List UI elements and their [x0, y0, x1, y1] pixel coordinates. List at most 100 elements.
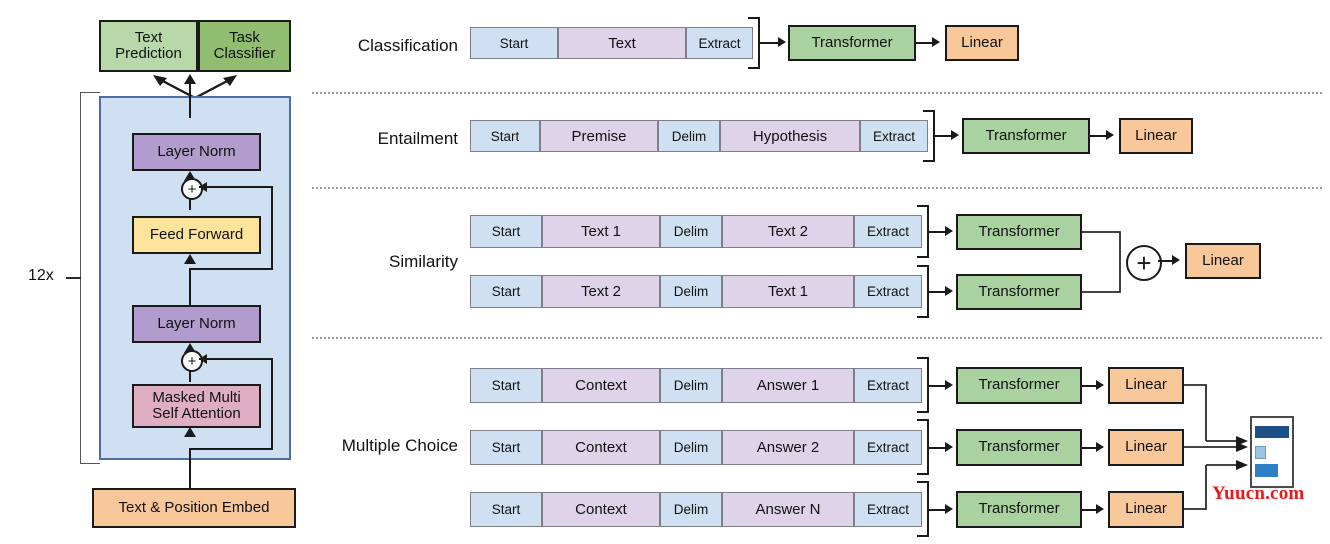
task-entailment-label: Entailment — [318, 129, 458, 149]
sequence-bracket — [917, 205, 929, 258]
linear-box: Linear — [1119, 118, 1193, 154]
score-bar-3 — [1255, 464, 1278, 477]
token-label: Delim — [674, 440, 709, 455]
token-label: Text 2 — [581, 283, 621, 300]
transformer-box: Transformer — [956, 429, 1082, 466]
sequence-bracket — [917, 481, 929, 537]
token-start: Start — [470, 27, 558, 59]
token-label: Extract — [698, 36, 740, 51]
token-start: Start — [470, 430, 542, 465]
transformer-to-linear-arrow — [1096, 380, 1104, 390]
token-label: Extract — [873, 129, 915, 144]
transformer-label: Transformer — [978, 284, 1059, 300]
bracket-to-transformer-arrow — [945, 286, 953, 296]
token-extract: Extract — [854, 492, 922, 527]
transformer-box: Transformer — [956, 274, 1082, 310]
sequence-bracket — [748, 17, 760, 69]
transformer-box: Transformer — [788, 25, 916, 61]
transformer-label: Transformer — [978, 501, 1059, 517]
token-context: Context — [542, 368, 660, 403]
token-label: Extract — [867, 284, 909, 299]
token-label: Delim — [674, 284, 709, 299]
softmax-score-box — [1250, 416, 1294, 488]
transformer-box: Transformer — [956, 491, 1082, 528]
transformer-to-linear-arrow — [932, 37, 940, 47]
task-multiple-choice-label: Multiple Choice — [300, 436, 458, 456]
token-hypothesis: Hypothesis — [720, 120, 860, 152]
score-bar-2 — [1255, 446, 1266, 459]
add-to-linear-arrow — [1172, 255, 1180, 265]
token-label: Answer N — [755, 501, 820, 518]
token-premise: Premise — [540, 120, 658, 152]
bracket-to-transformer-arrow — [778, 37, 786, 47]
token-answer: Answer 2 — [722, 430, 854, 465]
token-context: Context — [542, 492, 660, 527]
sequence-bracket — [917, 357, 929, 413]
token-answer: Answer N — [722, 492, 854, 527]
sequence-bracket — [917, 419, 929, 475]
token-label: Hypothesis — [753, 128, 827, 145]
token-label: Start — [492, 224, 521, 239]
token-start: Start — [470, 492, 542, 527]
linear-label: Linear — [1202, 253, 1244, 269]
token-label: Start — [492, 440, 521, 455]
transformer-label: Transformer — [811, 35, 892, 51]
token-delim: Delim — [660, 368, 722, 403]
transformer-to-linear-arrow — [1096, 442, 1104, 452]
token-label: Context — [575, 501, 627, 518]
token-label: Text 1 — [581, 223, 621, 240]
token-label: Answer 1 — [757, 377, 820, 394]
task-entailment: Entailment Start Premise Delim Hypothesi… — [0, 92, 1330, 187]
token-delim: Delim — [660, 215, 722, 248]
token-delim: Delim — [660, 492, 722, 527]
token-text-2: Text 2 — [722, 215, 854, 248]
token-start: Start — [470, 120, 540, 152]
bracket-to-transformer-arrow — [945, 442, 953, 452]
token-label: Premise — [571, 128, 626, 145]
token-label: Delim — [674, 224, 709, 239]
bracket-to-transformer-arrow — [951, 130, 959, 140]
transformer-label: Transformer — [978, 439, 1059, 455]
token-label: Start — [500, 36, 529, 51]
score-bar-1 — [1255, 426, 1289, 438]
token-text: Text — [558, 27, 686, 59]
token-label: Extract — [867, 502, 909, 517]
token-label: Extract — [867, 378, 909, 393]
token-extract: Extract — [854, 215, 922, 248]
token-answer: Answer 1 — [722, 368, 854, 403]
token-text-2: Text 2 — [542, 275, 660, 308]
token-extract: Extract — [854, 368, 922, 403]
token-label: Text 2 — [768, 223, 808, 240]
token-label: Delim — [674, 378, 709, 393]
linear-label: Linear — [1125, 501, 1167, 517]
bracket-to-transformer-arrow — [945, 380, 953, 390]
token-label: Text — [608, 35, 636, 52]
token-label: Extract — [867, 440, 909, 455]
token-extract: Extract — [854, 275, 922, 308]
transformer-box: Transformer — [962, 118, 1090, 154]
watermark-text: Yuucn.com — [1212, 483, 1304, 505]
token-label: Extract — [867, 224, 909, 239]
task-similarity-label: Similarity — [318, 252, 458, 272]
token-label: Delim — [674, 502, 709, 517]
linear-box: Linear — [945, 25, 1019, 61]
transformer-to-linear-arrow — [1096, 504, 1104, 514]
token-label: Start — [491, 129, 520, 144]
token-delim: Delim — [660, 430, 722, 465]
linear-box: Linear — [1108, 367, 1184, 404]
similarity-add-node: + — [1126, 245, 1162, 281]
token-delim: Delim — [658, 120, 720, 152]
bracket-to-transformer-line — [760, 42, 780, 44]
token-label: Context — [575, 377, 627, 394]
bracket-to-transformer-arrow — [945, 504, 953, 514]
linear-label: Linear — [1135, 128, 1177, 144]
sequence-bracket — [917, 265, 929, 318]
transformer-box: Transformer — [956, 214, 1082, 250]
linear-label: Linear — [961, 35, 1003, 51]
task-similarity: Similarity Start Text 1 Delim Text 2 Ext… — [0, 187, 1330, 337]
token-label: Text 1 — [768, 283, 808, 300]
token-context: Context — [542, 430, 660, 465]
linear-box: Linear — [1108, 491, 1184, 528]
linear-box: Linear — [1185, 243, 1261, 279]
token-label: Delim — [672, 129, 707, 144]
